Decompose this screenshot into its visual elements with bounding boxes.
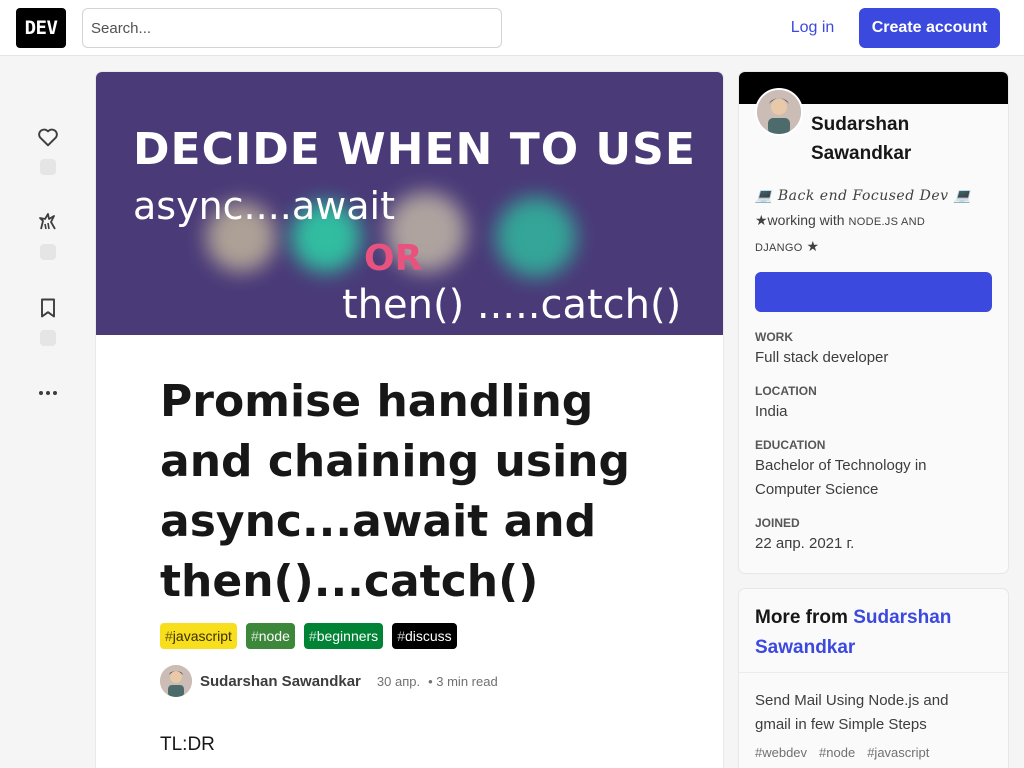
author-avatar[interactable] — [160, 665, 192, 697]
tag-hash: # — [308, 628, 317, 644]
tag-javascript[interactable]: # javascript — [160, 623, 237, 649]
tag-hash: # — [250, 628, 259, 644]
cover-line-1: DECIDE WHEN TO USE — [133, 124, 696, 175]
login-link[interactable]: Log in — [775, 8, 850, 48]
location-value: India — [755, 403, 788, 420]
education-value: Bachelor of Technology in Computer Scien… — [755, 457, 927, 498]
tag-beginners[interactable]: # beginners — [303, 623, 384, 649]
post-body-text: TL:DR — [160, 734, 215, 755]
reaction-unicorn[interactable] — [32, 206, 64, 260]
tag-label: beginners — [316, 628, 379, 644]
heart-count-placeholder — [40, 159, 56, 175]
profile-bio-line-3: DJANGO ★ — [755, 234, 995, 260]
tag-discuss[interactable]: # discuss — [392, 623, 457, 649]
cover-blur-shape — [496, 197, 576, 277]
profile-bio: 💻 Back end Focused Dev 💻 ★working with N… — [755, 184, 995, 260]
heart-icon[interactable] — [32, 121, 64, 153]
profile-bio-line-2-prefix: ★working with — [755, 212, 849, 228]
top-header: DEV Log in Create account — [0, 0, 1024, 56]
reaction-heart[interactable] — [32, 121, 64, 175]
more-from-heading: More from Sudarshan Sawandkar — [755, 603, 995, 663]
more-actions[interactable] — [32, 377, 64, 409]
profile-bio-line-2: ★working with NODE.JS AND — [755, 208, 995, 234]
profile-bio-line-2-smallcaps: NODE.JS AND — [848, 216, 926, 228]
reaction-bookmark[interactable] — [32, 292, 64, 346]
cover-image: DECIDE WHEN TO USE async....await OR the… — [96, 72, 723, 335]
more-from-prefix: More from — [755, 607, 854, 628]
post-title: Promise handling and chaining using asyn… — [160, 376, 630, 607]
author-name[interactable]: Sudarshan Sawandkar — [200, 673, 361, 690]
tag-hash: # — [165, 628, 173, 644]
bookmark-count-placeholder — [40, 330, 56, 346]
article-card: DECIDE WHEN TO USE async....await OR the… — [96, 72, 723, 768]
post-date: 30 апр. — [376, 673, 421, 689]
cover-line-4: then() .....catch() — [342, 282, 682, 328]
more-from-article-link[interactable]: Send Mail Using Node.js and gmail in few… — [755, 689, 985, 737]
profile-bio-line-3-suffix: ★ — [802, 238, 820, 254]
profile-name[interactable]: Sudarshan Sawandkar — [811, 110, 991, 168]
bookmark-icon[interactable] — [32, 292, 64, 324]
follow-button[interactable] — [755, 272, 992, 312]
more-from-tag-list: #webdev #node #javascript — [755, 745, 929, 760]
work-label: Work — [755, 330, 793, 344]
joined-value: 22 апр. 2021 г. — [755, 535, 855, 552]
read-time: • 3 min read — [428, 673, 498, 689]
divider — [739, 672, 1008, 673]
joined-label: Joined — [755, 516, 800, 530]
create-account-button[interactable]: Create account — [859, 8, 1000, 48]
more-icon[interactable] — [32, 377, 64, 409]
search-input[interactable] — [82, 8, 502, 48]
more-from-card: More from Sudarshan Sawandkar Send Mail … — [739, 589, 1008, 768]
more-from-tag[interactable]: #node — [819, 745, 855, 760]
tag-label: discuss — [404, 628, 452, 644]
dev-logo[interactable]: DEV — [16, 8, 66, 48]
tag-label: node — [258, 628, 290, 644]
unicorn-count-placeholder — [40, 244, 56, 260]
profile-bio-line-1: 💻 Back end Focused Dev 💻 — [755, 188, 972, 204]
author-profile-card: Sudarshan Sawandkar 💻 Back end Focused D… — [739, 72, 1008, 573]
more-from-tag[interactable]: #webdev — [755, 745, 807, 760]
author-meta: Sudarshan Sawandkar 30 апр. • 3 min read — [160, 665, 498, 697]
tag-node[interactable]: # node — [245, 623, 295, 649]
tag-list: # javascript # node # beginners # discuss — [160, 623, 457, 649]
education-label: Education — [755, 438, 826, 452]
cover-line-3: OR — [364, 238, 423, 279]
tag-label: javascript — [172, 628, 232, 644]
work-value: Full stack developer — [755, 349, 889, 366]
profile-bio-line-3-smallcaps: DJANGO — [755, 242, 803, 254]
tag-hash: # — [397, 628, 405, 644]
location-label: Location — [755, 384, 817, 398]
profile-avatar[interactable] — [755, 88, 803, 136]
unicorn-icon[interactable] — [32, 206, 64, 238]
more-from-tag[interactable]: #javascript — [867, 745, 929, 760]
cover-line-2: async....await — [133, 184, 395, 228]
